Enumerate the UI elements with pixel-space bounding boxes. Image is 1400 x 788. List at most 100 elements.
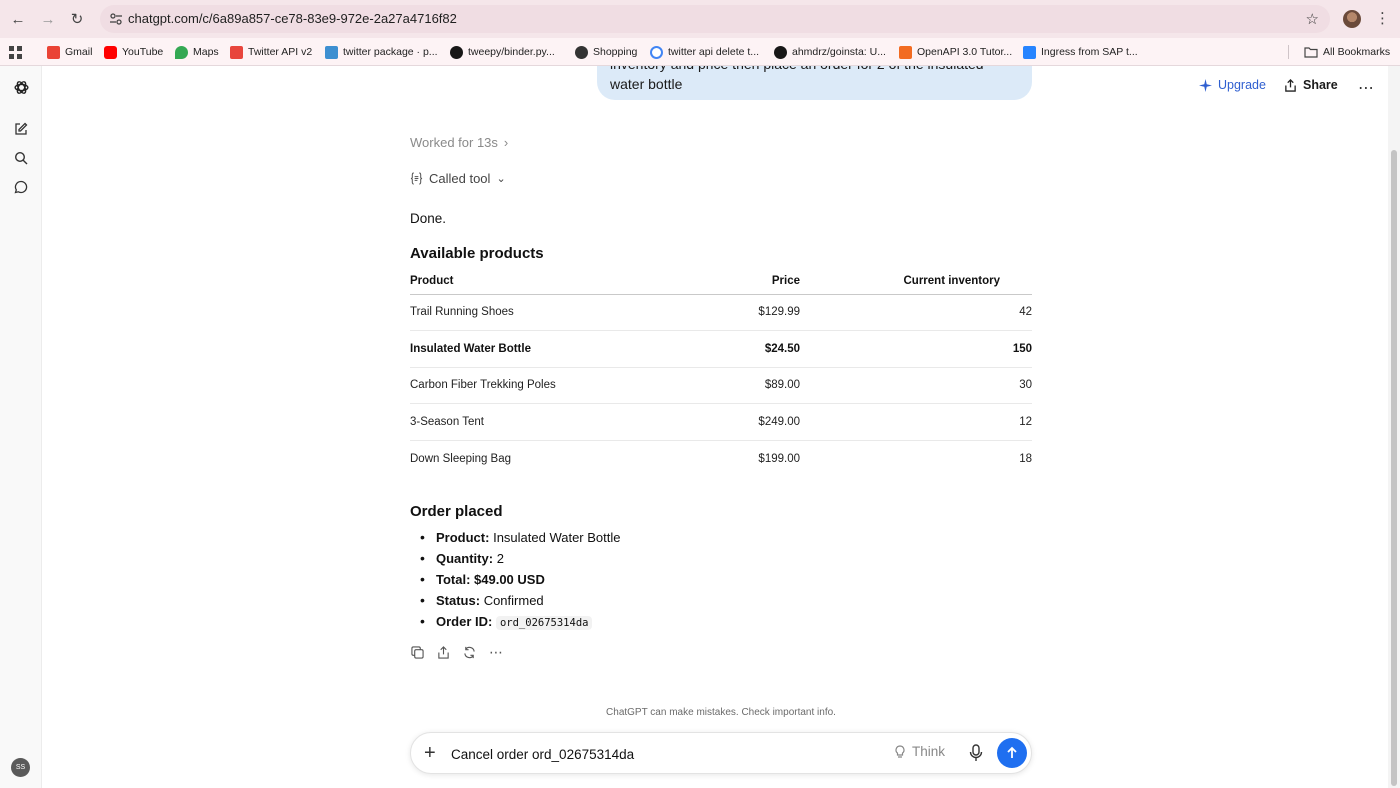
- scrollbar[interactable]: [1388, 66, 1400, 788]
- order-heading: Order placed: [410, 503, 503, 520]
- list-item: Status: Confirmed: [410, 590, 621, 611]
- profile-avatar[interactable]: [1343, 10, 1361, 28]
- new-chat-icon[interactable]: [12, 120, 30, 138]
- github-icon: [450, 45, 463, 59]
- scrollbar-thumb[interactable]: [1391, 150, 1397, 786]
- bookmark-twitter-api[interactable]: Twitter API v2: [230, 43, 312, 61]
- list-item: Total: $49.00 USD: [410, 569, 621, 590]
- order-total: Total: $49.00 USD: [436, 572, 545, 587]
- done-text: Done.: [410, 211, 447, 226]
- column-header-price: Price: [670, 269, 800, 295]
- url-text[interactable]: chatgpt.com/c/6a89a857-ce78-83e9-972e-2a…: [128, 11, 457, 26]
- sparkle-icon: [1199, 78, 1212, 92]
- bookmark-youtube[interactable]: YouTube: [104, 43, 163, 61]
- worked-for-toggle[interactable]: Worked for 13s ›: [410, 135, 508, 150]
- list-item: Product: Insulated Water Bottle: [410, 527, 621, 548]
- reload-icon[interactable]: ↻: [67, 9, 87, 29]
- conversation-options-icon[interactable]: ⋯: [1358, 78, 1375, 98]
- bookmark-maps[interactable]: Maps: [175, 43, 219, 61]
- bookmark-google-search[interactable]: twitter api delete t...: [650, 43, 759, 61]
- table-row: Down Sleeping Bag $199.00 18: [410, 440, 1032, 477]
- bookmark-gmail[interactable]: Gmail: [47, 43, 92, 61]
- openai-logo-icon[interactable]: [12, 78, 30, 96]
- more-options-icon[interactable]: ⋯: [488, 644, 504, 660]
- called-tool-toggle[interactable]: Called tool ⌄: [410, 171, 506, 186]
- order-quantity-label: Quantity:: [436, 551, 494, 566]
- confluence-icon: [1023, 45, 1036, 59]
- microphone-icon[interactable]: [969, 744, 983, 767]
- table-row: 3-Season Tent $249.00 12: [410, 403, 1032, 441]
- table-row: Trail Running Shoes $129.99 42: [410, 294, 1032, 331]
- share-message-icon[interactable]: [436, 645, 450, 659]
- order-status-value: Confirmed: [483, 593, 544, 608]
- inventory-cell: 12: [800, 403, 1032, 441]
- apps-grid-icon[interactable]: [9, 43, 22, 61]
- send-button[interactable]: [997, 738, 1027, 768]
- product-name-cell: 3-Season Tent: [410, 403, 670, 441]
- message-composer: + Think: [410, 732, 1032, 774]
- list-item: Order ID: ord_02675314da: [410, 611, 621, 634]
- browser-menu-icon[interactable]: ⋮: [1375, 10, 1390, 28]
- copy-icon[interactable]: [410, 645, 424, 659]
- search-icon[interactable]: [12, 149, 30, 167]
- chat-bubble-icon[interactable]: [12, 178, 30, 196]
- user-avatar[interactable]: SS: [11, 758, 30, 777]
- bookmarks-divider: [1288, 43, 1297, 61]
- bookmark-openapi[interactable]: OpenAPI 3.0 Tutor...: [899, 43, 1012, 61]
- back-icon[interactable]: ←: [8, 9, 28, 29]
- table-header-row: Product Price Current inventory: [410, 269, 1032, 295]
- github-icon: [774, 45, 787, 59]
- bookmark-sap-ingress[interactable]: Ingress from SAP t...: [1023, 43, 1138, 61]
- column-header-product: Product: [410, 269, 670, 295]
- price-cell: $249.00: [670, 403, 800, 441]
- inventory-cell: 18: [1019, 452, 1032, 465]
- price-cell: $24.50: [670, 330, 800, 368]
- disclaimer-text: ChatGPT can make mistakes. Check importa…: [606, 707, 836, 718]
- table-row: Carbon Fiber Trekking Poles $89.00 30: [410, 367, 1032, 404]
- app-sidebar: SS: [0, 66, 42, 788]
- order-id-code: ord_02675314da: [495, 616, 593, 630]
- python-package-icon: [325, 45, 338, 59]
- youtube-icon: [104, 45, 117, 59]
- plus-icon[interactable]: +: [424, 742, 436, 764]
- order-product-value: Insulated Water Bottle: [493, 530, 621, 545]
- openapi-icon: [899, 45, 912, 59]
- shopping-icon: [575, 45, 588, 59]
- message-input[interactable]: [451, 744, 871, 764]
- list-item: Quantity: 2: [410, 548, 621, 569]
- bookmarks-bar: Gmail YouTube Maps Twitter API v2 twitte…: [0, 38, 1400, 66]
- table-row-highlighted: Insulated Water Bottle $24.50 150: [410, 330, 1032, 368]
- think-button[interactable]: Think: [893, 744, 945, 759]
- gmail-icon: [47, 45, 60, 59]
- forward-icon[interactable]: →: [38, 9, 58, 29]
- tool-braces-icon: [410, 172, 423, 185]
- site-settings-icon[interactable]: [109, 12, 123, 26]
- bookmark-twitter-package[interactable]: twitter package · p...: [325, 43, 438, 61]
- bookmark-star-icon[interactable]: ☆: [1306, 10, 1319, 28]
- inventory-cell: 30: [800, 367, 1032, 404]
- products-heading: Available products: [410, 245, 544, 262]
- google-icon: [650, 45, 663, 59]
- price-cell: $129.99: [670, 294, 800, 331]
- order-product-label: Product:: [436, 530, 490, 545]
- regenerate-icon[interactable]: [462, 645, 476, 659]
- bookmark-shopping[interactable]: Shopping: [575, 43, 637, 61]
- product-name-cell: Carbon Fiber Trekking Poles: [410, 367, 670, 404]
- share-icon: [1285, 78, 1296, 92]
- bookmark-goinsta[interactable]: ahmdrz/goinsta: U...: [774, 43, 886, 61]
- bookmark-tweepy[interactable]: tweepy/binder.py...: [450, 43, 555, 61]
- lightbulb-icon: [895, 744, 905, 758]
- order-quantity-value: 2: [496, 551, 504, 566]
- upgrade-button[interactable]: Upgrade: [1199, 78, 1266, 92]
- user-message-bubble: inventory and price then place an order …: [597, 66, 1032, 100]
- all-bookmarks-folder[interactable]: All Bookmarks: [1304, 43, 1390, 61]
- address-bar[interactable]: chatgpt.com/c/6a89a857-ce78-83e9-972e-2a…: [100, 5, 1330, 33]
- maps-icon: [175, 45, 188, 59]
- products-table: Product Price Current inventory Trail Ru…: [410, 269, 1032, 477]
- price-cell: $89.00: [670, 367, 800, 404]
- order-id-label: Order ID:: [436, 614, 493, 629]
- message-actions: ⋯: [410, 644, 504, 660]
- product-name-cell: Trail Running Shoes: [410, 294, 670, 331]
- share-button[interactable]: Share: [1284, 78, 1338, 92]
- chevron-right-icon: ›: [503, 135, 509, 150]
